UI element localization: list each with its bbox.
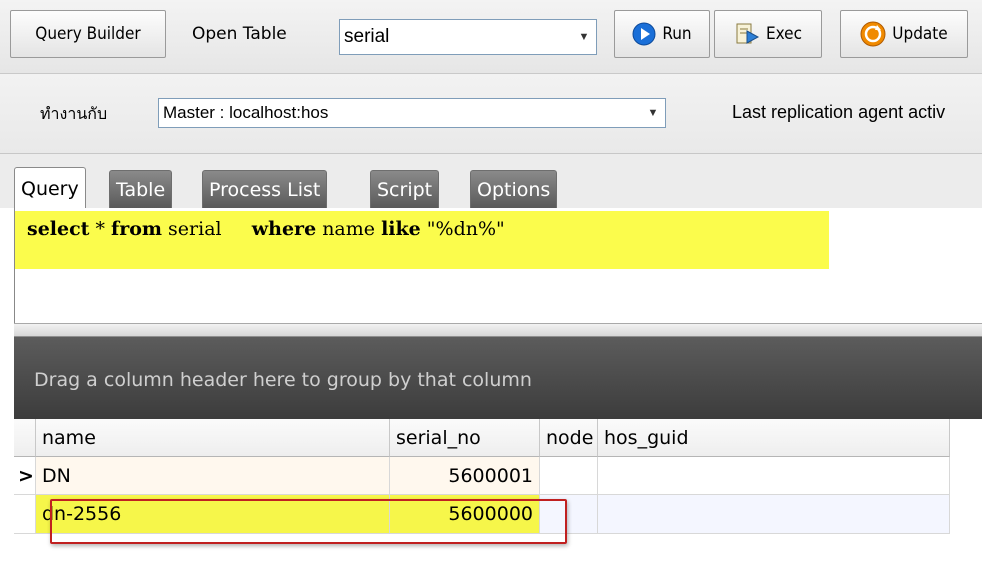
- table-select[interactable]: serial ▼: [339, 19, 597, 55]
- sql-keyword: like: [381, 218, 421, 240]
- exec-button[interactable]: Exec: [714, 10, 822, 58]
- cell-text: dn-2556: [42, 503, 122, 525]
- tab-label: Options: [477, 178, 551, 201]
- query-builder-button[interactable]: Query Builder: [10, 10, 166, 58]
- sql-keyword: where: [251, 218, 317, 240]
- table-cell[interactable]: 5600001: [390, 457, 540, 495]
- query-builder-label: Query Builder: [35, 24, 141, 44]
- column-header-hos-guid[interactable]: hos_guid: [598, 419, 950, 457]
- table-cell[interactable]: DN: [36, 457, 390, 495]
- work-with-label: ทำงานกับ: [40, 104, 108, 123]
- table-cell[interactable]: 5600000: [390, 495, 540, 534]
- update-icon: [860, 21, 886, 47]
- update-button[interactable]: Update: [840, 10, 968, 58]
- result-grid: name serial_no node hos_guid > DN 560000…: [14, 419, 982, 567]
- exec-icon: [736, 23, 760, 44]
- table-cell[interactable]: [540, 495, 598, 534]
- table-cell[interactable]: [598, 495, 950, 534]
- run-icon: [632, 22, 656, 46]
- cell-text: DN: [42, 464, 71, 487]
- table-cell[interactable]: [540, 457, 598, 495]
- group-by-hint: Drag a column header here to group by th…: [34, 369, 532, 391]
- table-select-value: serial: [344, 26, 390, 47]
- pane-splitter[interactable]: [14, 323, 982, 337]
- group-by-panel[interactable]: Drag a column header here to group by th…: [14, 337, 982, 419]
- chevron-down-icon[interactable]: ▼: [572, 31, 596, 43]
- chevron-down-icon[interactable]: ▼: [641, 107, 665, 119]
- column-header-label: serial_no: [396, 426, 481, 449]
- connection-select-value: Master : localhost:hos: [163, 103, 329, 122]
- tab-label: Query: [21, 177, 79, 200]
- sql-editor[interactable]: select * from serial where name like "%d…: [14, 208, 982, 323]
- column-header-node[interactable]: node: [540, 419, 598, 457]
- tab-query[interactable]: Query: [14, 167, 86, 209]
- row-indicator-header: [14, 419, 36, 457]
- cell-text: 5600001: [448, 464, 533, 487]
- connection-select[interactable]: Master : localhost:hos ▼: [158, 98, 666, 128]
- column-header-label: node: [546, 426, 594, 449]
- run-label: Run: [662, 24, 692, 44]
- tab-process-list[interactable]: Process List: [202, 170, 328, 208]
- table-cell[interactable]: [598, 457, 950, 495]
- connection-bar: ทำงานกับ Master : localhost:hos ▼ Last r…: [0, 74, 982, 154]
- row-indicator[interactable]: [14, 495, 36, 534]
- sql-text[interactable]: select * from serial where name like "%d…: [27, 218, 505, 240]
- replication-status: Last replication agent activ: [732, 102, 946, 122]
- row-indicator[interactable]: >: [14, 457, 36, 495]
- cell-text: 5600000: [448, 503, 533, 525]
- column-header-serial-no[interactable]: serial_no: [390, 419, 540, 457]
- update-label: Update: [892, 24, 948, 44]
- sql-token: name: [316, 218, 382, 240]
- sql-keyword: from: [111, 218, 162, 240]
- current-row-arrow-icon: >: [18, 464, 34, 487]
- column-header-label: name: [42, 426, 96, 449]
- sql-token: *: [89, 218, 112, 240]
- sql-token: serial: [162, 218, 252, 240]
- tab-label: Script: [377, 178, 433, 201]
- table-cell[interactable]: dn-2556: [36, 495, 390, 534]
- run-button[interactable]: Run: [614, 10, 710, 58]
- column-header-name[interactable]: name: [36, 419, 390, 457]
- main-toolbar: Query Builder Open Table serial ▼ Run Ex…: [0, 0, 982, 74]
- tab-options[interactable]: Options: [470, 170, 558, 208]
- tab-label: Table: [116, 178, 166, 201]
- tab-label: Process List: [209, 178, 321, 201]
- tab-strip: Query Table Process List Script Options: [0, 154, 982, 209]
- tab-table[interactable]: Table: [109, 170, 173, 208]
- sql-token: "%dn%": [420, 218, 505, 240]
- column-header-label: hos_guid: [604, 426, 689, 449]
- sql-keyword: select: [27, 218, 90, 240]
- open-table-label: Open Table: [192, 24, 287, 44]
- exec-label: Exec: [765, 24, 802, 44]
- tab-script[interactable]: Script: [370, 170, 440, 208]
